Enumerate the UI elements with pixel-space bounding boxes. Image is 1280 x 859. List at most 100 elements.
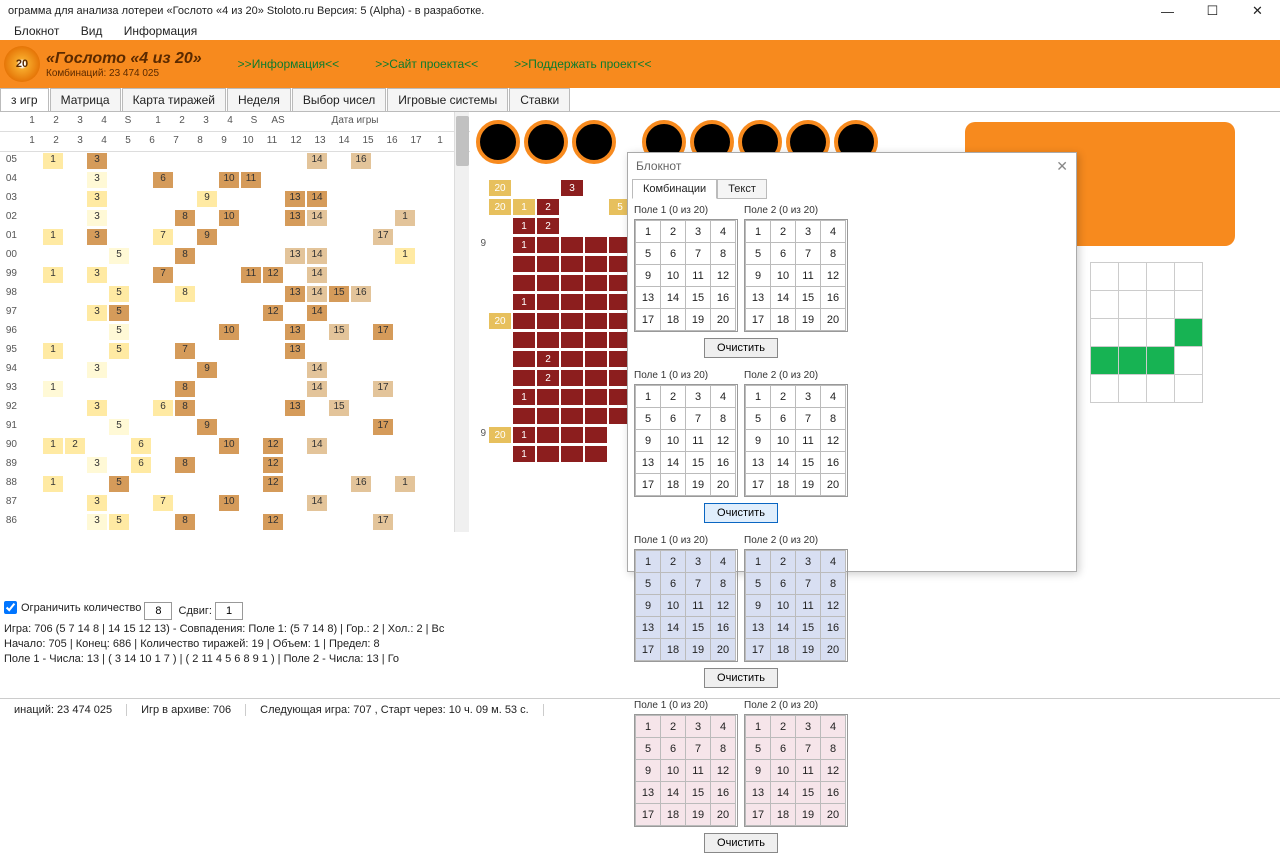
matrix-cell[interactable]: 8 <box>174 399 196 417</box>
number-cell[interactable]: 17 <box>636 474 661 496</box>
red-cell[interactable] <box>560 426 584 444</box>
red-cell[interactable] <box>560 350 584 368</box>
matrix-cell[interactable] <box>262 418 284 436</box>
matrix-cell[interactable] <box>350 513 372 531</box>
number-cell[interactable]: 2 <box>661 221 686 243</box>
matrix-cell[interactable] <box>284 171 306 189</box>
number-cell[interactable]: 11 <box>686 760 711 782</box>
matrix-cell[interactable] <box>394 494 416 512</box>
matrix-cell[interactable]: 5 <box>108 247 130 265</box>
number-cell[interactable]: 12 <box>711 595 736 617</box>
matrix-cell[interactable]: 6 <box>130 456 152 474</box>
matrix-cell[interactable] <box>174 323 196 341</box>
number-cell[interactable]: 13 <box>746 287 771 309</box>
matrix-cell[interactable]: 8 <box>174 380 196 398</box>
matrix-cell[interactable] <box>284 266 306 284</box>
matrix-cell[interactable]: 5 <box>108 513 130 531</box>
matrix-cell[interactable] <box>240 152 262 170</box>
matrix-cell[interactable] <box>350 266 372 284</box>
number-cell[interactable]: 2 <box>661 386 686 408</box>
matrix-cell[interactable] <box>20 304 42 322</box>
matrix-cell[interactable] <box>350 361 372 379</box>
matrix-cell[interactable] <box>20 209 42 227</box>
number-cell[interactable]: 12 <box>821 760 846 782</box>
number-cell[interactable]: 5 <box>746 738 771 760</box>
matrix-cell[interactable] <box>64 399 86 417</box>
matrix-cell[interactable] <box>262 190 284 208</box>
number-cell[interactable]: 4 <box>821 551 846 573</box>
red-cell[interactable] <box>536 426 560 444</box>
matrix-cell[interactable] <box>218 266 240 284</box>
vertical-scrollbar[interactable] <box>454 112 469 532</box>
matrix-cell[interactable] <box>218 285 240 303</box>
matrix-cell[interactable] <box>108 494 130 512</box>
matrix-cell[interactable] <box>64 475 86 493</box>
number-cell[interactable]: 14 <box>771 287 796 309</box>
matrix-cell[interactable] <box>306 456 328 474</box>
matrix-cell[interactable] <box>372 152 394 170</box>
matrix-cell[interactable] <box>20 437 42 455</box>
matrix-cell[interactable] <box>108 380 130 398</box>
number-cell[interactable]: 3 <box>686 551 711 573</box>
matrix-cell[interactable] <box>108 152 130 170</box>
red-cell[interactable]: 20 <box>488 179 512 197</box>
number-cell[interactable]: 16 <box>711 782 736 804</box>
matrix-cell[interactable] <box>130 228 152 246</box>
number-cell[interactable]: 18 <box>771 804 796 826</box>
number-cell[interactable]: 8 <box>821 243 846 265</box>
mini-cell[interactable] <box>1175 291 1203 319</box>
number-cell[interactable]: 15 <box>686 617 711 639</box>
number-cell[interactable]: 15 <box>796 287 821 309</box>
matrix-cell[interactable] <box>42 323 64 341</box>
matrix-cell[interactable]: 15 <box>328 323 350 341</box>
matrix-cell[interactable] <box>394 437 416 455</box>
matrix-cell[interactable] <box>262 380 284 398</box>
number-cell[interactable]: 7 <box>686 243 711 265</box>
number-cell[interactable]: 7 <box>796 243 821 265</box>
red-cell[interactable]: 1 <box>512 217 536 235</box>
number-cell[interactable]: 19 <box>686 639 711 661</box>
matrix-cell[interactable] <box>284 228 306 246</box>
red-cell[interactable] <box>512 274 536 292</box>
matrix-cell[interactable] <box>196 456 218 474</box>
number-cell[interactable]: 1 <box>746 386 771 408</box>
number-cell[interactable]: 6 <box>661 243 686 265</box>
matrix-cell[interactable]: 8 <box>174 247 196 265</box>
shift-input[interactable] <box>215 602 243 620</box>
number-cell[interactable]: 11 <box>796 265 821 287</box>
matrix-cell[interactable] <box>196 285 218 303</box>
number-cell[interactable]: 16 <box>821 617 846 639</box>
number-cell[interactable]: 12 <box>711 760 736 782</box>
matrix-cell[interactable] <box>64 171 86 189</box>
matrix-cell[interactable] <box>130 342 152 360</box>
clear-button[interactable]: Очистить <box>704 503 778 523</box>
matrix-cell[interactable] <box>218 513 240 531</box>
matrix-cell[interactable] <box>64 190 86 208</box>
matrix-cell[interactable] <box>130 494 152 512</box>
number-cell[interactable]: 10 <box>771 265 796 287</box>
number-cell[interactable]: 17 <box>746 474 771 496</box>
number-cell[interactable]: 1 <box>636 551 661 573</box>
red-cell[interactable]: 2 <box>536 217 560 235</box>
number-cell[interactable]: 4 <box>711 551 736 573</box>
close-button[interactable]: ✕ <box>1235 0 1280 22</box>
maximize-button[interactable]: ☐ <box>1190 0 1235 22</box>
matrix-cell[interactable] <box>350 494 372 512</box>
matrix-cell[interactable] <box>240 456 262 474</box>
matrix-cell[interactable] <box>306 228 328 246</box>
red-cell[interactable]: 1 <box>512 388 536 406</box>
matrix-cell[interactable] <box>394 456 416 474</box>
tab-4[interactable]: Выбор чисел <box>292 88 386 111</box>
red-cell[interactable] <box>536 236 560 254</box>
matrix-cell[interactable] <box>306 342 328 360</box>
matrix-cell[interactable] <box>218 418 240 436</box>
matrix-cell[interactable] <box>284 304 306 322</box>
matrix-cell[interactable]: 5 <box>108 323 130 341</box>
matrix-cell[interactable] <box>262 152 284 170</box>
red-cell[interactable] <box>560 388 584 406</box>
number-cell[interactable]: 2 <box>771 551 796 573</box>
matrix-cell[interactable] <box>372 494 394 512</box>
number-cell[interactable]: 12 <box>821 430 846 452</box>
number-cell[interactable]: 12 <box>711 430 736 452</box>
number-cell[interactable]: 14 <box>771 452 796 474</box>
